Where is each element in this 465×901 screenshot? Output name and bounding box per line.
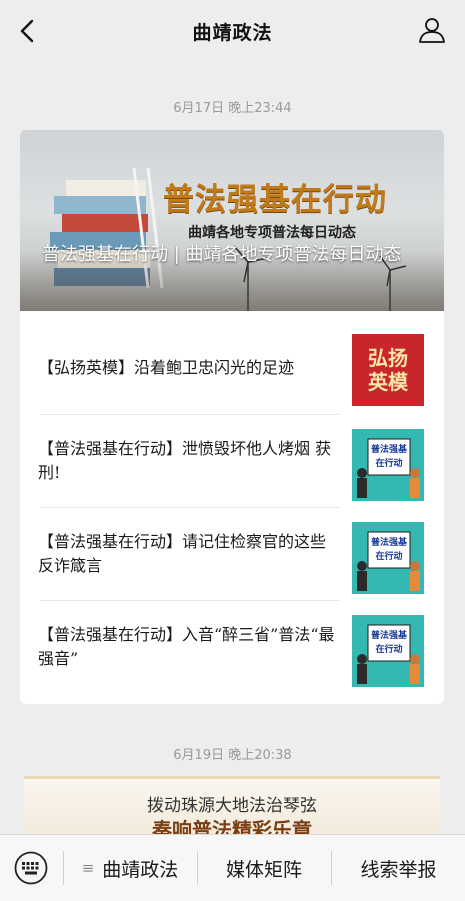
hero-title: 普法强基在行动 <box>163 182 387 218</box>
top-navigation-bar: 曲靖政法 <box>0 0 465 62</box>
thumbnail-text: 弘扬 <box>368 346 408 370</box>
menu-item-label: 曲靖政法 <box>102 858 179 881</box>
thumbnail-text: 英模 <box>368 370 408 394</box>
article-title: 【普法强基在行动】请记住检察官的这些反诈箴言 <box>38 532 327 575</box>
banner-line-1: 拨动珠源大地法治琴弦 <box>147 796 317 816</box>
menu-item-clue-report[interactable]: 线索举报 <box>332 835 465 901</box>
article-title: 【普法强基在行动】泄愤毁坏他人烤烟 获刑! <box>38 439 332 482</box>
article-thumbnail: 普法强基 在行动 <box>352 522 424 594</box>
message-timestamp: 6月19日 晚上20:38 <box>173 748 292 763</box>
page-title: 曲靖政法 <box>192 21 273 44</box>
menu-item-media-matrix[interactable]: 媒体矩阵 <box>198 835 330 901</box>
back-arrow-icon[interactable] <box>14 17 42 45</box>
thumbnail-text: 在行动 <box>375 643 402 655</box>
hero-subtitle: 曲靖各地专项普法每日动态 <box>188 225 356 241</box>
article-title: 【弘扬英模】沿着鲍卫忠闪光的足迹 <box>38 358 295 377</box>
menu-item-label: 线索举报 <box>360 858 437 881</box>
poster-illustration: 普法强基 在行动 <box>357 531 420 591</box>
profile-icon[interactable] <box>417 15 447 45</box>
poster-illustration: 普法强基 在行动 <box>357 438 420 498</box>
thumbnail-text: 普法强基 <box>371 629 408 641</box>
keyboard-icon[interactable] <box>14 851 48 885</box>
article-title: 【普法强基在行动】入音“醉三省”普法“最强音” <box>38 625 335 668</box>
menu-item-label: 媒体矩阵 <box>225 858 302 881</box>
article-thumbnail: 普法强基 在行动 <box>352 615 424 687</box>
menu-item-qujing-zhengfa[interactable]: ≡ 曲靖政法 <box>64 835 196 901</box>
thumbnail-text: 普法强基 <box>371 443 408 455</box>
second-article-banner[interactable]: 拨动珠源大地法治琴弦 奏响普法精彩乐章 <box>24 776 440 842</box>
poster-illustration: 普法强基 在行动 <box>357 624 420 684</box>
hero-caption: 普法强基在行动 | 曲靖各地专项普法每日动态 <box>42 244 402 265</box>
article-thumbnail: 弘扬 英模 <box>352 334 424 406</box>
thumbnail-text: 在行动 <box>375 550 402 562</box>
thumbnail-text: 在行动 <box>375 457 402 469</box>
thumbnail-text: 普法强基 <box>371 536 408 548</box>
bottom-menu-bar: ≡ 曲靖政法 媒体矩阵 线索举报 <box>0 834 465 901</box>
article-item[interactable]: 【普法强基在行动】泄愤毁坏他人烤烟 获刑! 普法强基 在行动 <box>20 415 444 508</box>
article-item[interactable]: 【普法强基在行动】请记住检察官的这些反诈箴言 普法强基 在行动 <box>20 508 444 601</box>
hero-article[interactable]: 普法强基在行动 曲靖各地专项普法每日动态 普法强基在行动 | 曲靖各地专项普法每… <box>20 130 444 311</box>
article-item[interactable]: 【弘扬英模】沿着鲍卫忠闪光的足迹 弘扬 英模 <box>20 322 444 415</box>
list-icon: ≡ <box>81 859 95 877</box>
article-thumbnail: 普法强基 在行动 <box>352 429 424 501</box>
article-item[interactable]: 【普法强基在行动】入音“醉三省”普法“最强音” 普法强基 在行动 <box>20 601 444 694</box>
message-timestamp: 6月17日 晚上23:44 <box>173 101 292 116</box>
